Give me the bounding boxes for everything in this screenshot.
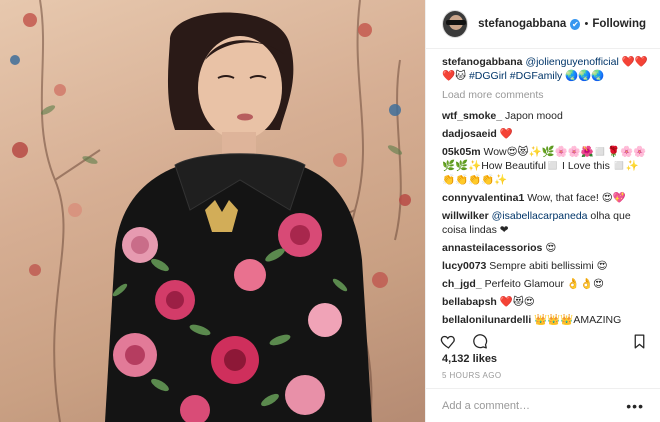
- comment-item: bellalonilunardelli 👑👑👑AMAZING DRESS COA…: [442, 313, 650, 325]
- comment-username[interactable]: willwilker: [442, 210, 489, 222]
- verified-badge-icon: ✔: [570, 18, 581, 30]
- comment-username[interactable]: bellabapsh: [442, 296, 497, 308]
- comment-mention[interactable]: @isabellacarpaneda: [492, 210, 588, 222]
- caption-mention[interactable]: @jolienguyenofficial: [525, 56, 618, 68]
- portrait-illustration: [10, 0, 411, 422]
- comment-text: Perfeito Glamour 👌👌😍: [484, 278, 604, 290]
- instagram-post: stefanogabbana ✔ • Following stefanogabb…: [0, 0, 660, 422]
- caption: stefanogabbana @jolienguyenofficial ❤️❤️…: [442, 56, 648, 82]
- comment-username[interactable]: 05k05m: [442, 146, 481, 158]
- more-options-icon[interactable]: •••: [626, 398, 644, 414]
- avatar[interactable]: [442, 10, 469, 38]
- comment-item: ch_jgd_ Perfeito Glamour 👌👌😍: [442, 277, 650, 291]
- load-more-comments-button[interactable]: Load more comments: [442, 89, 650, 101]
- comment-text: Wow, that face! 😍💖: [527, 192, 626, 204]
- heart-icon[interactable]: [440, 333, 457, 350]
- post-photo[interactable]: [0, 0, 425, 422]
- comment-text: Japon mood: [505, 110, 563, 122]
- comment-text: Sempre abiti bellissimi 😍: [489, 260, 608, 272]
- comment-item: 05k05m Wow😍😻✨🌿🌸🌸🌺◻️🌹🌸🌸🌿🌿✨How Beautiful◻️…: [442, 145, 650, 187]
- bookmark-icon[interactable]: [631, 333, 648, 350]
- comment-item: lucy0073 Sempre abiti bellissimi 😍: [442, 259, 650, 273]
- comment-username[interactable]: lucy0073: [442, 260, 486, 272]
- comment-username[interactable]: wtf_smoke_: [442, 110, 502, 122]
- comment-text: ❤️😻😍: [499, 296, 535, 308]
- post-timestamp[interactable]: 5 HOURS AGO: [442, 371, 502, 380]
- following-button[interactable]: Following: [592, 18, 646, 30]
- comment-username[interactable]: dadjosaeid: [442, 128, 497, 140]
- comment-item: wtf_smoke_ Japon mood: [442, 109, 650, 123]
- comment-item: dadjosaeid ❤️: [442, 127, 650, 141]
- comment-username[interactable]: ch_jgd_: [442, 278, 482, 290]
- caption-hashtag[interactable]: #DGGirl: [469, 70, 507, 82]
- comments-list[interactable]: stefanogabbana @jolienguyenofficial ❤️ ❤️…: [442, 55, 650, 325]
- comment-text: ❤️: [499, 128, 513, 140]
- comment-item: willwilker @isabellacarpaneda olha que c…: [442, 209, 650, 237]
- comment-username[interactable]: annasteilacessorios: [442, 242, 542, 254]
- add-comment-input[interactable]: [442, 399, 612, 412]
- post-header: stefanogabbana ✔ • Following: [426, 0, 660, 49]
- comment-username[interactable]: connyvalentina1: [442, 192, 524, 204]
- comment-icon[interactable]: [471, 333, 488, 350]
- caption-username[interactable]: stefanogabbana: [442, 56, 523, 68]
- post-side-panel: stefanogabbana ✔ • Following stefanogabb…: [425, 0, 660, 422]
- comment-username[interactable]: bellalonilunardelli: [442, 314, 531, 325]
- header-username[interactable]: stefanogabbana: [478, 18, 566, 30]
- caption-hashtag[interactable]: #DGFamily: [510, 70, 563, 82]
- comment-item: annasteilacessorios 😍: [442, 241, 650, 255]
- comment-item: bellabapsh ❤️😻😍: [442, 295, 650, 309]
- comment-text: 😍: [545, 242, 557, 254]
- likes-count[interactable]: 4,132 likes: [442, 353, 497, 365]
- comment-item: connyvalentina1 Wow, that face! 😍💖: [442, 191, 650, 205]
- add-comment-bar: •••: [426, 388, 660, 422]
- post-actions: [440, 330, 648, 352]
- separator-dot: •: [584, 18, 589, 30]
